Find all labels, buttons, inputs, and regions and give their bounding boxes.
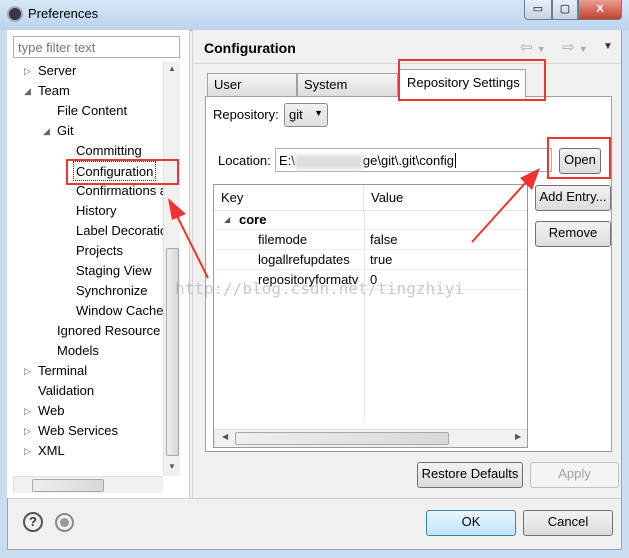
ok-button[interactable]: OK: [426, 510, 516, 536]
tab-user-settings[interactable]: User Settings: [207, 73, 297, 114]
view-menu-icon[interactable]: ▼: [603, 41, 613, 52]
expand-arrow-icon[interactable]: ▷: [24, 441, 31, 461]
tree-item[interactable]: Configuration: [73, 161, 157, 181]
tree-item[interactable]: File Content: [57, 101, 127, 121]
tree-item[interactable]: Server: [38, 61, 76, 81]
table-row[interactable]: logallrefupdates true: [214, 250, 527, 270]
tree-item[interactable]: Terminal: [38, 361, 87, 381]
minimize-button[interactable]: ▭: [524, 0, 552, 20]
apply-button[interactable]: Apply: [530, 462, 619, 488]
tree-item[interactable]: Git: [57, 121, 74, 141]
tree-item[interactable]: Web: [38, 401, 65, 421]
tree-item[interactable]: Web Services: [38, 421, 118, 441]
table-horizontal-scrollbar[interactable]: ◀ ▶: [214, 429, 527, 447]
close-button[interactable]: X: [578, 0, 622, 20]
page-title: Configuration: [204, 40, 296, 56]
tree-vertical-scrollbar[interactable]: ▲ ▼: [163, 62, 180, 476]
expand-arrow-icon[interactable]: ▷: [24, 401, 31, 421]
eclipse-app-icon: [7, 6, 23, 22]
table-row[interactable]: filemode false: [214, 230, 527, 250]
tab-system-settings[interactable]: System Settings: [297, 73, 398, 114]
cancel-button[interactable]: Cancel: [523, 510, 613, 536]
column-header-key[interactable]: Key: [214, 185, 364, 211]
expand-arrow-icon[interactable]: ▷: [24, 421, 31, 441]
tree-item[interactable]: Validation: [38, 381, 94, 401]
group-key: core: [239, 212, 267, 227]
remove-button[interactable]: Remove: [535, 221, 611, 247]
expand-arrow-icon[interactable]: ▷: [24, 61, 31, 81]
table-hscroll-thumb[interactable]: [235, 432, 449, 445]
config-table: Key Value ◢ core filemode false logallref…: [213, 184, 528, 448]
restore-defaults-button[interactable]: Restore Defaults: [417, 462, 523, 488]
tree-item[interactable]: Committing: [76, 141, 142, 161]
tree-item[interactable]: Models: [57, 341, 99, 361]
maximize-button[interactable]: ▢: [552, 0, 578, 20]
tree-item[interactable]: Label Decoratio: [76, 221, 167, 241]
tree-item[interactable]: Confirmations a: [76, 181, 167, 201]
repository-value: git: [289, 107, 303, 122]
tree-item[interactable]: Staging View: [76, 261, 152, 281]
filter-input[interactable]: [13, 36, 180, 58]
collapse-arrow-icon[interactable]: ◢: [24, 81, 31, 101]
chevron-down-icon: ▼: [314, 108, 323, 118]
tree-item[interactable]: Team: [38, 81, 70, 101]
collapse-arrow-icon[interactable]: ◢: [43, 121, 50, 141]
record-icon[interactable]: [55, 513, 74, 532]
expand-icon[interactable]: ◢: [224, 210, 230, 230]
repository-select[interactable]: git ▼: [284, 103, 328, 127]
tree-item[interactable]: Window Cache: [76, 301, 163, 321]
location-label: Location:: [218, 153, 271, 168]
tree-horizontal-scrollbar[interactable]: [13, 476, 163, 493]
tab-repository-settings[interactable]: Repository Settings: [398, 69, 526, 98]
open-button[interactable]: Open: [559, 148, 601, 174]
add-entry-button[interactable]: Add Entry...: [535, 185, 611, 211]
repository-label: Repository:: [213, 107, 279, 122]
column-header-value[interactable]: Value: [364, 185, 527, 211]
watermark: http://blog.csdn.net/tingzhiyi: [175, 279, 464, 298]
back-nav-icon[interactable]: ⇦ ▼: [520, 38, 546, 56]
tree-hscroll-thumb[interactable]: [32, 479, 104, 492]
location-field[interactable]: E:\ ge\git\.git\config: [275, 148, 552, 172]
tree-item[interactable]: History: [76, 201, 116, 221]
tree-item[interactable]: Ignored Resource: [57, 321, 160, 341]
table-row-group[interactable]: ◢ core: [214, 210, 527, 230]
tree-item[interactable]: Projects: [76, 241, 123, 261]
expand-arrow-icon[interactable]: ▷: [24, 361, 31, 381]
tree-item[interactable]: Synchronize: [76, 281, 148, 301]
window-title: Preferences: [28, 6, 99, 21]
tree-item[interactable]: XML: [38, 441, 65, 461]
forward-nav-icon[interactable]: ⇨ ▼: [562, 38, 588, 56]
help-icon[interactable]: ?: [23, 512, 43, 532]
